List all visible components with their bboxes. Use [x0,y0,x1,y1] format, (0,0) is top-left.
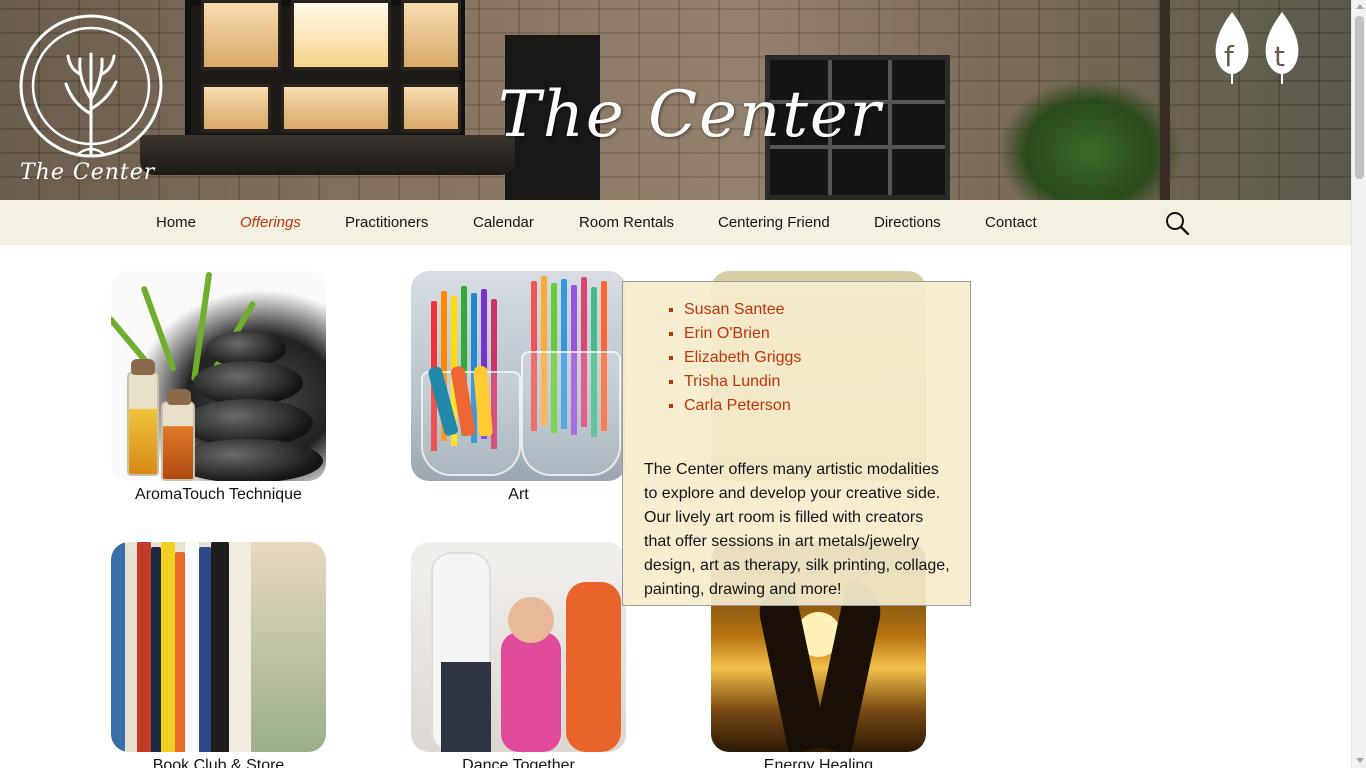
nav-practitioners[interactable]: Practitioners [345,214,428,231]
nav-centering-friend[interactable]: Centering Friend [718,214,830,231]
twitter-leaf-icon: t [1265,12,1299,84]
list-item[interactable]: Trisha Lundin [684,370,950,394]
header-pipe [1160,0,1170,200]
offering-popup: Susan Santee Erin O'Brien Elizabeth Grig… [622,281,971,606]
main-navigation: Home Offerings Practitioners Calendar Ro… [0,200,1351,245]
svg-text:t: t [1274,40,1285,73]
practitioner-link[interactable]: Elizabeth Griggs [684,349,801,366]
nav-home[interactable]: Home [156,214,196,231]
list-item[interactable]: Susan Santee [684,298,950,322]
facebook-leaf-icon: f [1215,12,1249,84]
dance-together-image[interactable] [411,542,626,752]
book-club-image[interactable] [111,542,326,752]
site-header: The Center The Center f t [0,0,1351,200]
scroll-thumb[interactable] [1355,16,1364,179]
header-lamp-base [140,135,515,175]
practitioner-link[interactable]: Susan Santee [684,301,785,318]
logo-text: The Center [20,160,156,185]
popup-description: The Center offers many artistic modaliti… [644,461,950,598]
practitioner-link[interactable]: Carla Peterson [684,397,791,414]
list-item[interactable]: Carla Peterson [684,394,950,418]
scroll-up-icon[interactable] [1356,4,1364,9]
offering-caption[interactable]: AromaTouch Technique [111,486,326,504]
list-item[interactable]: Erin O'Brien [684,322,950,346]
offering-aromatouch[interactable]: AromaTouch Technique [111,271,326,504]
offering-art[interactable]: Art [411,271,626,504]
scroll-down-icon[interactable] [1356,758,1364,763]
offering-caption[interactable]: Energy Healing [711,757,926,768]
nav-calendar[interactable]: Calendar [473,214,534,231]
offering-book-club[interactable]: Book Club & Store [111,542,326,768]
site-title[interactable]: The Center [498,78,882,152]
practitioner-link[interactable]: Trisha Lundin [684,373,780,390]
nav-room-rentals[interactable]: Room Rentals [579,214,674,231]
vertical-scrollbar[interactable] [1351,0,1366,768]
svg-text:f: f [1224,40,1235,73]
offering-dance[interactable]: Dance Together [411,542,626,768]
art-image[interactable] [411,271,626,481]
offering-caption[interactable]: Dance Together [411,757,626,768]
offering-caption[interactable]: Art [411,486,626,504]
list-item[interactable]: Elizabeth Griggs [684,346,950,370]
facebook-link[interactable]: f [1212,10,1252,86]
offering-caption[interactable]: Book Club & Store [111,757,326,768]
nav-contact[interactable]: Contact [985,214,1037,231]
nav-offerings[interactable]: Offerings [240,214,301,231]
nav-directions[interactable]: Directions [874,214,941,231]
header-plant [1000,80,1180,200]
header-lamp [185,0,465,140]
twitter-link[interactable]: t [1262,10,1302,86]
tree-logo-icon [19,14,163,158]
practitioner-link[interactable]: Erin O'Brien [684,325,770,342]
search-icon[interactable] [1165,211,1190,236]
aromatouch-image[interactable] [111,271,326,481]
practitioner-list: Susan Santee Erin O'Brien Elizabeth Grig… [684,298,950,418]
